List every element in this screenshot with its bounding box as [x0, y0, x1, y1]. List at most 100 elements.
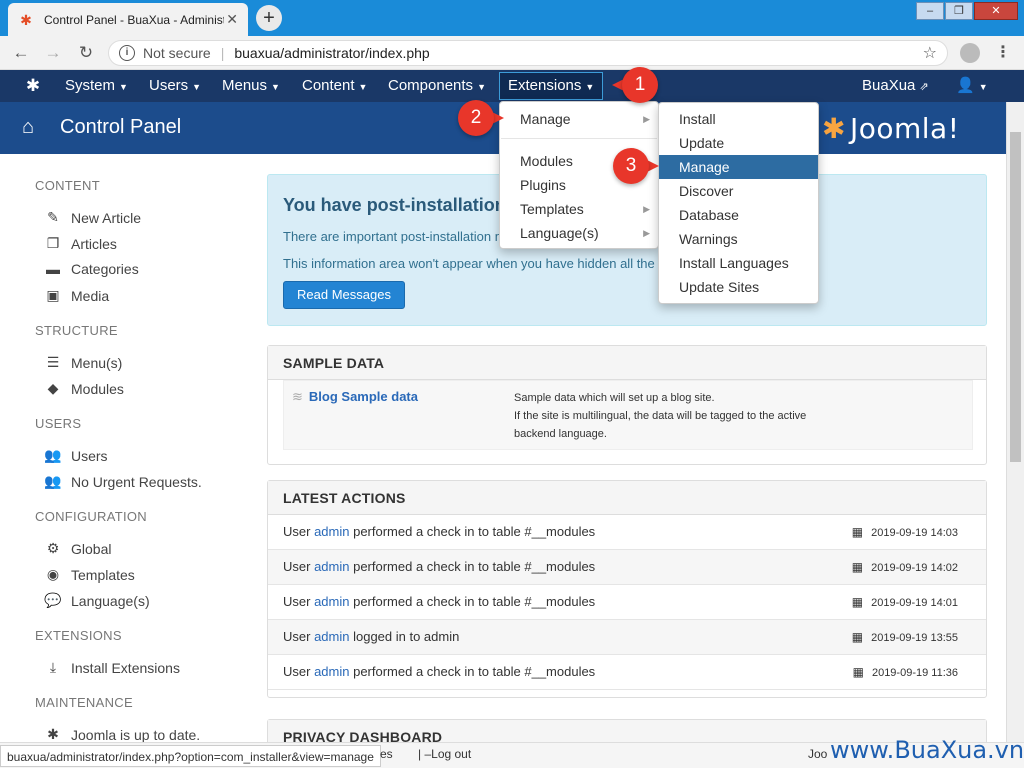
- address-toolbar: ← → ↻ i Not secure | buaxua/administrato…: [0, 36, 1024, 70]
- info-icon[interactable]: i: [119, 45, 135, 61]
- window-controls: – ❐ ✕: [915, 2, 1018, 20]
- browser-tab[interactable]: ✱ Control Panel - BuaXua - Administrat ✕: [8, 3, 248, 36]
- caret-down-icon: ▼: [477, 82, 486, 92]
- section-heading-maintenance: MAINTENANCE: [35, 695, 133, 710]
- user-menu[interactable]: 👤 ▼: [956, 70, 988, 102]
- bookmark-star-icon[interactable]: ☆: [923, 43, 937, 63]
- extensions-menu-manage[interactable]: Manage ▶: [500, 107, 658, 131]
- extensions-menu-languages[interactable]: Language(s) ▶: [500, 221, 658, 245]
- submenu-install[interactable]: Install: [659, 107, 818, 131]
- user-icon: 👤: [956, 77, 975, 94]
- user-link[interactable]: admin: [314, 524, 349, 539]
- extensions-menu-templates[interactable]: Templates ▶: [500, 197, 658, 221]
- calendar-icon: ▦: [852, 665, 864, 679]
- logout-link[interactable]: | –Log out: [418, 747, 471, 761]
- status-partial-text-2: Joo: [808, 747, 828, 761]
- sidebar-item-articles[interactable]: ❐ Articles: [44, 235, 117, 252]
- menu-users[interactable]: Users ▼: [149, 70, 201, 102]
- chevron-right-icon: ▶: [643, 114, 650, 124]
- sidebar-item-privacy-requests[interactable]: 👥 No Urgent Requests.: [44, 473, 201, 490]
- page-scrollbar[interactable]: [1006, 102, 1024, 742]
- submenu-warnings[interactable]: Warnings: [659, 227, 818, 251]
- table-row: User admin logged in to admin ▦ 2019-09-19…: [268, 620, 986, 655]
- back-arrow-icon[interactable]: ←: [10, 42, 32, 64]
- user-link[interactable]: admin: [314, 629, 349, 644]
- panel-heading: SAMPLE DATA: [268, 346, 986, 380]
- sidebar-item-install-extensions[interactable]: ⤓ Install Extensions: [44, 659, 180, 676]
- close-window-button[interactable]: ✕: [974, 2, 1018, 20]
- page-title: Control Panel: [60, 116, 182, 138]
- menu-system[interactable]: System ▼: [65, 70, 128, 102]
- sidebar-item-users[interactable]: 👥 Users: [44, 447, 107, 464]
- calendar-icon: ▦: [851, 560, 864, 574]
- list-icon: ☰: [46, 354, 60, 370]
- user-link[interactable]: admin: [314, 664, 349, 679]
- url-text[interactable]: buaxua/administrator/index.php: [234, 45, 429, 61]
- section-heading-structure: STRUCTURE: [35, 323, 118, 338]
- sample-data-description: Sample data which will set up a blog sit…: [514, 392, 807, 440]
- sidebar-item-categories[interactable]: ▬ Categories: [44, 261, 139, 277]
- section-heading-extensions: EXTENSIONS: [35, 628, 122, 643]
- scrollbar-thumb[interactable]: [1010, 132, 1021, 462]
- divider: [501, 138, 657, 139]
- sidebar-item-menus[interactable]: ☰ Menu(s): [44, 354, 123, 371]
- caret-down-icon: ▼: [192, 82, 202, 92]
- browser-tab-bar: ✱ Control Panel - BuaXua - Administrat ✕…: [0, 0, 1024, 36]
- calendar-icon: ▦: [851, 630, 864, 644]
- sidebar-item-global[interactable]: ⚙ Global: [44, 540, 112, 557]
- caret-down-icon: ▼: [119, 82, 128, 92]
- sidebar-item-modules[interactable]: ◆ Modules: [44, 380, 124, 397]
- browser-menu-icon[interactable]: ⋮: [995, 42, 1011, 62]
- submenu-discover[interactable]: Discover: [659, 179, 818, 203]
- address-bar[interactable]: i Not secure | buaxua/administrator/inde…: [108, 40, 948, 66]
- chevron-right-icon: ▶: [643, 204, 650, 214]
- sidebar-item-new-article[interactable]: ✎ New Article: [44, 209, 141, 226]
- maximize-button[interactable]: ❐: [945, 2, 973, 20]
- sidebar-item-languages[interactable]: 💬 Language(s): [44, 592, 149, 609]
- sidebar-item-media[interactable]: ▣ Media: [44, 287, 109, 304]
- status-partial-text: es: [380, 747, 393, 761]
- submenu-manage[interactable]: Manage: [659, 155, 818, 179]
- tab-title: Control Panel - BuaXua - Administrat: [44, 12, 224, 27]
- sidebar-item-joomla-uptodate[interactable]: ✱ Joomla is up to date.: [44, 726, 200, 743]
- joomla-brand-logo: ✱ Joomla!: [822, 112, 960, 145]
- menu-content[interactable]: Content ▼: [302, 70, 367, 102]
- caret-down-icon: ▼: [585, 82, 595, 92]
- callout-badge-2: 2: [458, 100, 504, 136]
- close-tab-icon[interactable]: ✕: [226, 11, 238, 28]
- forward-arrow-icon[interactable]: →: [42, 42, 64, 64]
- table-row: User admin performed a check in to table…: [268, 515, 986, 550]
- watermark: www.BuaXua.vn: [830, 736, 1024, 764]
- menu-components[interactable]: Components ▼: [388, 70, 486, 102]
- submenu-database[interactable]: Database: [659, 203, 818, 227]
- copy-icon: ❐: [46, 235, 60, 251]
- user-link[interactable]: admin: [314, 594, 349, 609]
- not-secure-label: Not secure: [143, 45, 211, 61]
- submenu-install-languages[interactable]: Install Languages: [659, 251, 818, 275]
- joomla-logo-icon[interactable]: ✱: [22, 76, 44, 96]
- users-icon: 👥: [44, 447, 62, 463]
- external-link-icon: ⇗: [919, 81, 929, 93]
- reload-icon[interactable]: ↻: [75, 42, 97, 64]
- latest-actions-panel: LATEST ACTIONS User admin performed a ch…: [267, 480, 987, 698]
- comments-icon: 💬: [44, 592, 62, 608]
- new-tab-button[interactable]: +: [256, 5, 282, 31]
- profile-avatar[interactable]: [960, 43, 980, 63]
- sample-data-row: ≋ Blog Sample data Sample data which will…: [283, 380, 973, 450]
- read-messages-button[interactable]: Read Messages: [283, 281, 405, 309]
- joomla-icon: ✱: [47, 726, 59, 742]
- caret-down-icon: ▼: [271, 82, 280, 92]
- user-link[interactable]: admin: [314, 559, 349, 574]
- submenu-update[interactable]: Update: [659, 131, 818, 155]
- site-link[interactable]: BuaXua ⇗: [862, 70, 929, 102]
- alert-title: You have post-installation: [283, 195, 506, 215]
- minimize-button[interactable]: –: [916, 2, 944, 20]
- menu-extensions[interactable]: Extensions ▼: [499, 72, 604, 100]
- blog-sample-data-link[interactable]: ≋ Blog Sample data: [292, 389, 418, 405]
- joomla-mark-icon: ✱: [822, 112, 846, 145]
- menu-menus[interactable]: Menus ▼: [222, 70, 280, 102]
- pencil-icon: ✎: [47, 209, 59, 225]
- section-heading-configuration: CONFIGURATION: [35, 509, 147, 524]
- submenu-update-sites[interactable]: Update Sites: [659, 275, 818, 299]
- sidebar-item-templates[interactable]: ◉ Templates: [44, 566, 135, 583]
